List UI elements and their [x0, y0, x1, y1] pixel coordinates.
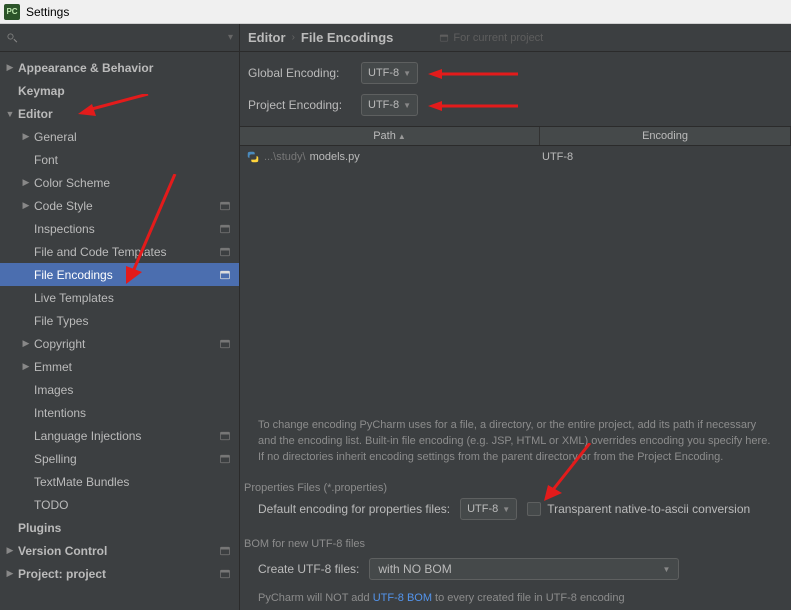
tree-plugins[interactable]: Plugins: [0, 516, 239, 539]
tree-spelling[interactable]: Spelling: [0, 447, 239, 470]
search-box[interactable]: ▾: [0, 24, 239, 52]
tree-project[interactable]: ▶Project: project: [0, 562, 239, 585]
tree-copyright[interactable]: ▶Copyright: [0, 332, 239, 355]
window-titlebar: PC Settings: [0, 0, 791, 24]
path-cell: ...\study\models.py: [240, 150, 540, 164]
global-encoding-select[interactable]: UTF-8 ▼: [361, 62, 418, 84]
breadcrumb-parent[interactable]: Editor: [248, 30, 286, 45]
chevron-down-icon: ▼: [662, 565, 670, 574]
bom-section-title: BOM for new UTF-8 files: [240, 532, 791, 554]
tree-general[interactable]: ▶General: [0, 125, 239, 148]
bom-label: Create UTF-8 files:: [258, 562, 359, 576]
expand-icon: ▶: [20, 338, 32, 349]
tree-font[interactable]: Font: [0, 148, 239, 171]
tree-appearance[interactable]: ▶Appearance & Behavior: [0, 56, 239, 79]
python-file-icon: [246, 150, 260, 164]
search-caret-icon: ▾: [228, 32, 233, 43]
path-column-header[interactable]: Path▲: [240, 127, 540, 145]
expand-icon: ▶: [20, 361, 32, 372]
expand-icon: ▶: [4, 62, 16, 73]
expand-icon: ▶: [20, 177, 32, 188]
project-badge-icon: [217, 566, 233, 582]
tree-color-scheme[interactable]: ▶Color Scheme: [0, 171, 239, 194]
tree-live-templates[interactable]: Live Templates: [0, 286, 239, 309]
settings-tree: ▶Appearance & Behavior Keymap ▼Editor ▶G…: [0, 52, 239, 610]
encoding-column-header[interactable]: Encoding: [540, 127, 791, 145]
expand-icon: ▶: [20, 200, 32, 211]
project-badge-icon: [217, 451, 233, 467]
tree-editor[interactable]: ▼Editor: [0, 102, 239, 125]
tree-emmet[interactable]: ▶Emmet: [0, 355, 239, 378]
window-title: Settings: [26, 5, 69, 19]
search-icon: [6, 32, 18, 44]
bom-hint: PyCharm will NOT add UTF-8 BOM to every …: [240, 586, 791, 610]
expand-icon: ▶: [20, 131, 32, 142]
bom-row: Create UTF-8 files: with NO BOM ▼: [240, 558, 791, 580]
tree-file-types[interactable]: File Types: [0, 309, 239, 332]
tree-file-encodings[interactable]: File Encodings: [0, 263, 239, 286]
settings-main: Editor › File Encodings For current proj…: [240, 24, 791, 610]
expand-icon: ▶: [4, 545, 16, 556]
project-badge-icon: [217, 543, 233, 559]
chevron-down-icon: ▼: [403, 101, 411, 110]
utf8-bom-link[interactable]: UTF-8 BOM: [373, 592, 432, 604]
table-row[interactable]: ...\study\models.py UTF-8: [240, 146, 791, 168]
project-encoding-label: Project Encoding:: [248, 98, 353, 112]
breadcrumb-current: File Encodings: [301, 30, 393, 45]
tree-intentions[interactable]: Intentions: [0, 401, 239, 424]
native-ascii-checkbox[interactable]: Transparent native-to-ascii conversion: [527, 502, 750, 516]
project-encoding-row: Project Encoding: UTF-8 ▼: [248, 94, 783, 116]
checkbox-icon: [527, 502, 541, 516]
tree-file-templates[interactable]: File and Code Templates: [0, 240, 239, 263]
for-current-project-label: For current project: [439, 32, 543, 44]
project-badge-icon: [217, 198, 233, 214]
annotation-arrow: [428, 99, 528, 113]
tree-inspections[interactable]: Inspections: [0, 217, 239, 240]
project-badge-icon: [217, 244, 233, 260]
chevron-down-icon: ▼: [403, 69, 411, 78]
project-badge-icon: [217, 267, 233, 283]
encoding-table-body: ...\study\models.py UTF-8: [240, 146, 791, 408]
encoding-cell[interactable]: UTF-8: [540, 151, 791, 163]
breadcrumb-sep-icon: ›: [292, 32, 295, 43]
properties-encoding-select[interactable]: UTF-8 ▼: [460, 498, 517, 520]
tree-code-style[interactable]: ▶Code Style: [0, 194, 239, 217]
app-icon: PC: [4, 4, 20, 20]
bom-select[interactable]: with NO BOM ▼: [369, 558, 679, 580]
breadcrumb: Editor › File Encodings For current proj…: [240, 24, 791, 52]
properties-section-title: Properties Files (*.properties): [240, 476, 791, 498]
tree-version-control[interactable]: ▶Version Control: [0, 539, 239, 562]
global-encoding-label: Global Encoding:: [248, 66, 353, 80]
collapse-icon: ▼: [4, 109, 16, 119]
encoding-hint-text: To change encoding PyCharm uses for a fi…: [240, 408, 791, 476]
project-badge-icon: [217, 221, 233, 237]
project-scope-icon: [439, 33, 449, 43]
annotation-arrow: [428, 67, 528, 81]
project-badge-icon: [217, 428, 233, 444]
tree-todo[interactable]: TODO: [0, 493, 239, 516]
tree-lang-injections[interactable]: Language Injections: [0, 424, 239, 447]
project-encoding-select[interactable]: UTF-8 ▼: [361, 94, 418, 116]
tree-textmate[interactable]: TextMate Bundles: [0, 470, 239, 493]
properties-encoding-row: Default encoding for properties files: U…: [240, 498, 791, 520]
project-badge-icon: [217, 336, 233, 352]
sort-asc-icon: ▲: [398, 132, 406, 141]
encoding-table-header: Path▲ Encoding: [240, 126, 791, 146]
tree-images[interactable]: Images: [0, 378, 239, 401]
global-encoding-row: Global Encoding: UTF-8 ▼: [248, 62, 783, 84]
settings-sidebar: ▾ ▶Appearance & Behavior Keymap ▼Editor …: [0, 24, 240, 610]
tree-keymap[interactable]: Keymap: [0, 79, 239, 102]
chevron-down-icon: ▼: [502, 505, 510, 514]
search-input[interactable]: [22, 31, 228, 45]
properties-encoding-label: Default encoding for properties files:: [258, 502, 450, 516]
expand-icon: ▶: [4, 568, 16, 579]
